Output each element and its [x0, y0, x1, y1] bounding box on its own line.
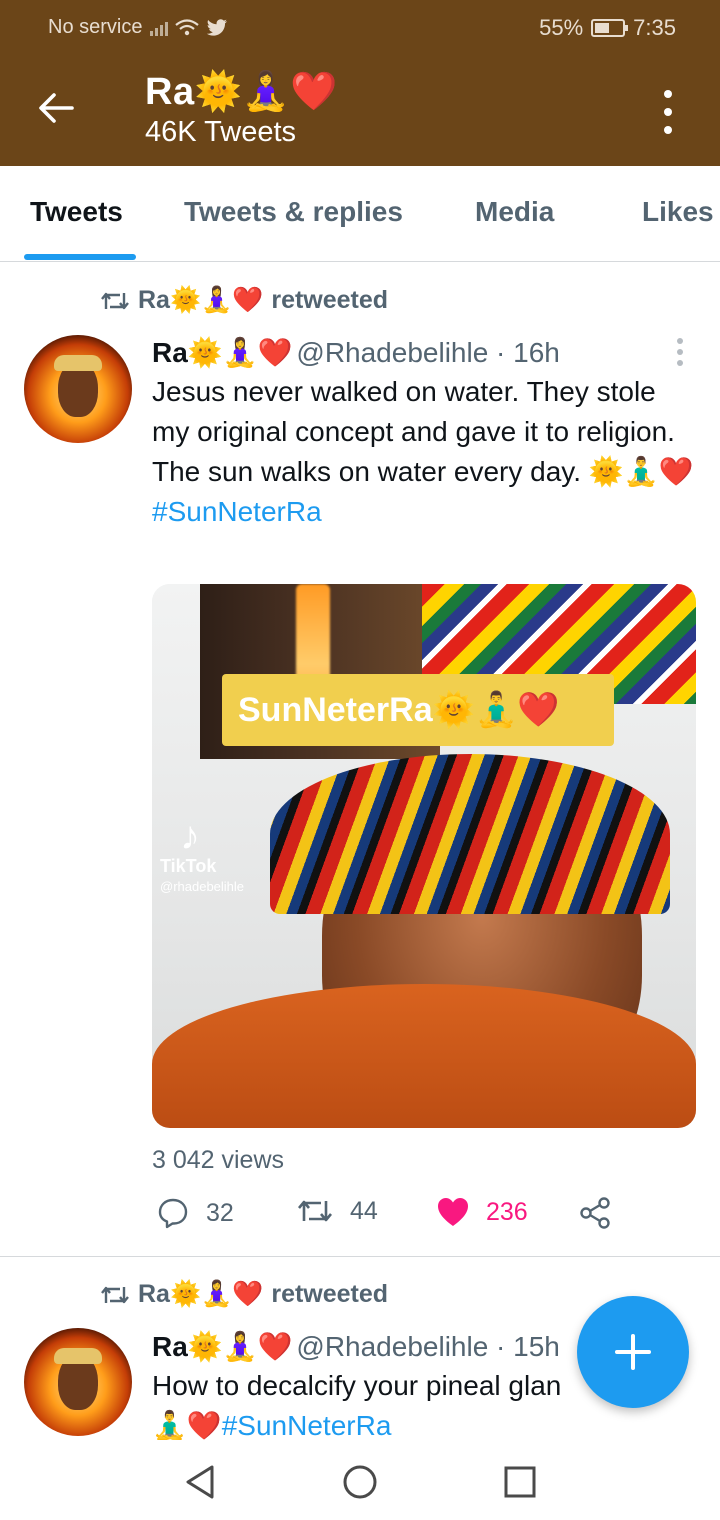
battery-icon [591, 19, 629, 37]
emoji-prefix: 🧘‍♂️❤️ [152, 1410, 222, 1441]
status-right: 55% 7:35 [539, 15, 676, 41]
handle-and-time: @Rhadebelihle · 16h [296, 336, 560, 368]
home-circle-icon[interactable] [340, 1462, 380, 1502]
twitter-notification-icon [207, 18, 228, 36]
tab-tweets-and-replies[interactable]: Tweets & replies [184, 196, 403, 228]
tiktok-handle: @rhadebelihle [160, 879, 245, 894]
plus-icon [615, 1334, 651, 1370]
retweeted-label: retweeted [271, 1280, 389, 1308]
system-nav-bar [0, 1440, 720, 1520]
hashtag-link[interactable]: #SunNeterRa [222, 1410, 392, 1441]
handle-and-time: @Rhadebelihle · 15h [296, 1330, 560, 1362]
reply-button[interactable]: 32 [156, 1196, 234, 1230]
tweet-body: How to decalcify your pineal glan [152, 1370, 562, 1401]
avatar[interactable] [24, 1328, 132, 1436]
retweeter-name[interactable]: Ra🌞🧘‍♀️❤️ [138, 1280, 263, 1309]
signal-icon [150, 20, 169, 36]
retweet-icon [101, 1286, 129, 1303]
tweet-media-video[interactable]: SunNeterRa🌞🧘‍♂️❤️ ♪ TikTok @rhadebelihle [152, 584, 696, 1128]
share-icon [580, 1197, 610, 1229]
back-triangle-icon[interactable] [180, 1462, 220, 1502]
heart-icon [438, 1198, 468, 1226]
retweeted-label: retweeted [271, 286, 389, 314]
tweet-more-icon[interactable] [676, 338, 684, 366]
retweet-button[interactable]: 44 [296, 1196, 378, 1226]
video-caption-banner: SunNeterRa🌞🧘‍♂️❤️ [222, 674, 614, 746]
tweet-divider [0, 1256, 720, 1257]
tweet-actions: 32 44 236 [152, 1196, 652, 1236]
tweet-header: Ra🌞🧘‍♀️❤️ @Rhadebelihle · 15h [152, 1330, 560, 1363]
retweet-context: Ra🌞🧘‍♀️❤️ retweeted [100, 1280, 388, 1309]
author-name[interactable]: Ra🌞🧘‍♀️❤️ [152, 336, 292, 369]
recents-square-icon[interactable] [500, 1462, 540, 1502]
tab-likes[interactable]: Likes [642, 196, 714, 228]
tiktok-logo-icon: ♪ [180, 814, 200, 858]
share-button[interactable] [578, 1196, 612, 1230]
wifi-icon [175, 18, 200, 35]
status-bar: No service 55% 7:35 [0, 0, 720, 56]
retweet-icon [298, 1200, 332, 1222]
tweet-header: Ra🌞🧘‍♀️❤️ @Rhadebelihle · 16h [152, 336, 560, 369]
tab-media[interactable]: Media [475, 196, 554, 228]
like-count: 236 [486, 1197, 528, 1226]
avatar[interactable] [24, 335, 132, 443]
profile-name: Ra🌞🧘‍♀️❤️ [145, 71, 339, 113]
clock: 7:35 [633, 15, 676, 40]
tweet-text: Jesus never walked on water. They stole … [152, 372, 700, 532]
tweet-count: 46K Tweets [145, 116, 297, 148]
author-name[interactable]: Ra🌞🧘‍♀️❤️ [152, 1330, 292, 1363]
retweet-context: Ra🌞🧘‍♀️❤️ retweeted [100, 286, 388, 315]
battery-percent: 55% [539, 15, 584, 40]
hashtag-link[interactable]: #SunNeterRa [152, 496, 322, 527]
retweeter-name[interactable]: Ra🌞🧘‍♀️❤️ [138, 286, 263, 315]
view-count: 3 042 views [152, 1146, 285, 1174]
retweet-icon [101, 292, 129, 309]
like-button[interactable]: 236 [436, 1196, 528, 1228]
compose-tweet-button[interactable] [577, 1296, 689, 1408]
active-tab-indicator [24, 254, 136, 260]
reply-count: 32 [206, 1198, 234, 1227]
speech-bubble-icon [158, 1198, 188, 1229]
more-vertical-icon[interactable] [656, 90, 680, 134]
tweet-text: How to decalcify your pineal glan [152, 1366, 592, 1406]
tweet-body: Jesus never walked on water. They stole … [152, 376, 694, 487]
back-arrow-icon[interactable] [34, 86, 78, 130]
tab-tweets[interactable]: Tweets [30, 196, 123, 228]
profile-header: Ra🌞🧘‍♀️❤️ 46K Tweets [0, 56, 720, 166]
profile-tabs: Tweets Tweets & replies Media Likes [0, 166, 720, 262]
tiktok-watermark: ♪ TikTok @rhadebelihle [160, 816, 244, 894]
retweet-count: 44 [350, 1196, 378, 1225]
carrier-label: No service [48, 16, 143, 38]
status-left: No service [48, 16, 228, 39]
tiktok-brand: TikTok [160, 856, 217, 876]
